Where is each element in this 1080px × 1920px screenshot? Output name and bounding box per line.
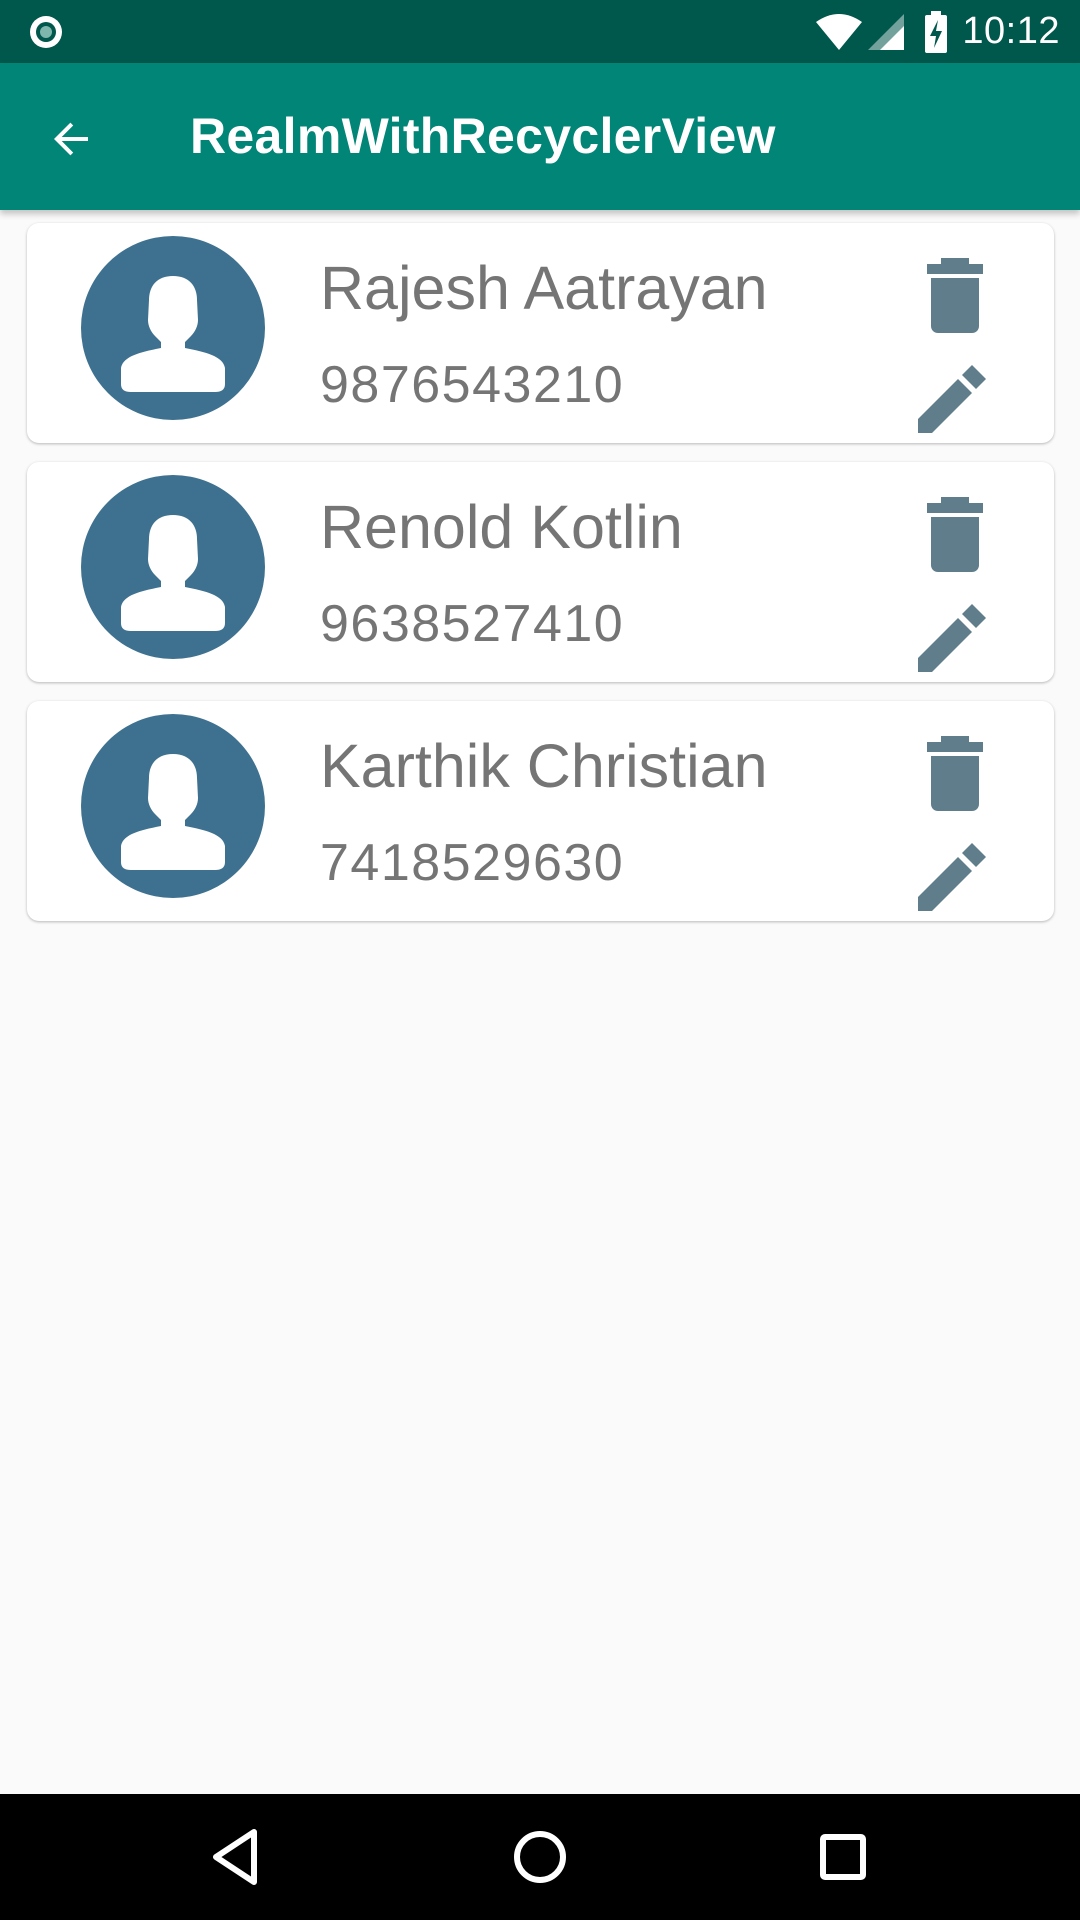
delete-button[interactable] xyxy=(917,736,993,812)
notification-dot-icon xyxy=(28,14,64,50)
app-bar: RealmWithRecyclerView xyxy=(0,63,1080,210)
signal-icon xyxy=(868,13,905,50)
contact-phone: 9638527410 xyxy=(320,595,625,653)
person-icon xyxy=(121,276,225,392)
contact-phone: 9876543210 xyxy=(320,356,625,414)
page-title: RealmWithRecyclerView xyxy=(190,108,776,164)
contact-name: Rajesh Aatrayan xyxy=(320,254,768,322)
person-icon xyxy=(121,515,225,631)
avatar xyxy=(81,714,265,898)
trash-icon xyxy=(927,258,983,333)
delete-button[interactable] xyxy=(917,258,993,334)
home-circle-icon xyxy=(514,1831,566,1883)
trash-icon xyxy=(927,497,983,572)
nav-recents-button[interactable] xyxy=(810,1824,876,1890)
pencil-icon xyxy=(918,843,986,911)
status-time: 10:12 xyxy=(962,10,1060,52)
trash-icon xyxy=(927,736,983,811)
arrow-back-icon xyxy=(54,122,88,156)
status-icons: 10:12 xyxy=(814,0,1060,63)
status-bar: 10:12 xyxy=(0,0,1080,63)
nav-back-button[interactable] xyxy=(204,1824,270,1890)
navigation-bar xyxy=(0,1794,1080,1920)
pencil-icon xyxy=(918,365,986,433)
avatar xyxy=(81,236,265,420)
wifi-icon xyxy=(816,13,863,50)
avatar xyxy=(81,475,265,659)
screen: 10:12 RealmWithRecyclerView Rajesh Aatra… xyxy=(0,0,1080,1920)
list-item[interactable]: Renold Kotlin 9638527410 xyxy=(27,462,1054,682)
contact-phone: 7418529630 xyxy=(320,834,625,892)
list-item[interactable]: Rajesh Aatrayan 9876543210 xyxy=(27,223,1054,443)
contact-name: Renold Kotlin xyxy=(320,493,683,561)
edit-button[interactable] xyxy=(914,361,990,437)
contact-name: Karthik Christian xyxy=(320,732,768,800)
list-item[interactable]: Karthik Christian 7418529630 xyxy=(27,701,1054,921)
recents-square-icon xyxy=(820,1834,866,1880)
delete-button[interactable] xyxy=(917,497,993,573)
back-triangle-icon xyxy=(213,1829,257,1885)
person-icon xyxy=(121,754,225,870)
back-button[interactable] xyxy=(36,103,108,175)
battery-charging-icon xyxy=(925,10,948,53)
nav-home-button[interactable] xyxy=(507,1824,573,1890)
edit-button[interactable] xyxy=(914,839,990,915)
edit-button[interactable] xyxy=(914,600,990,676)
pencil-icon xyxy=(918,604,986,672)
